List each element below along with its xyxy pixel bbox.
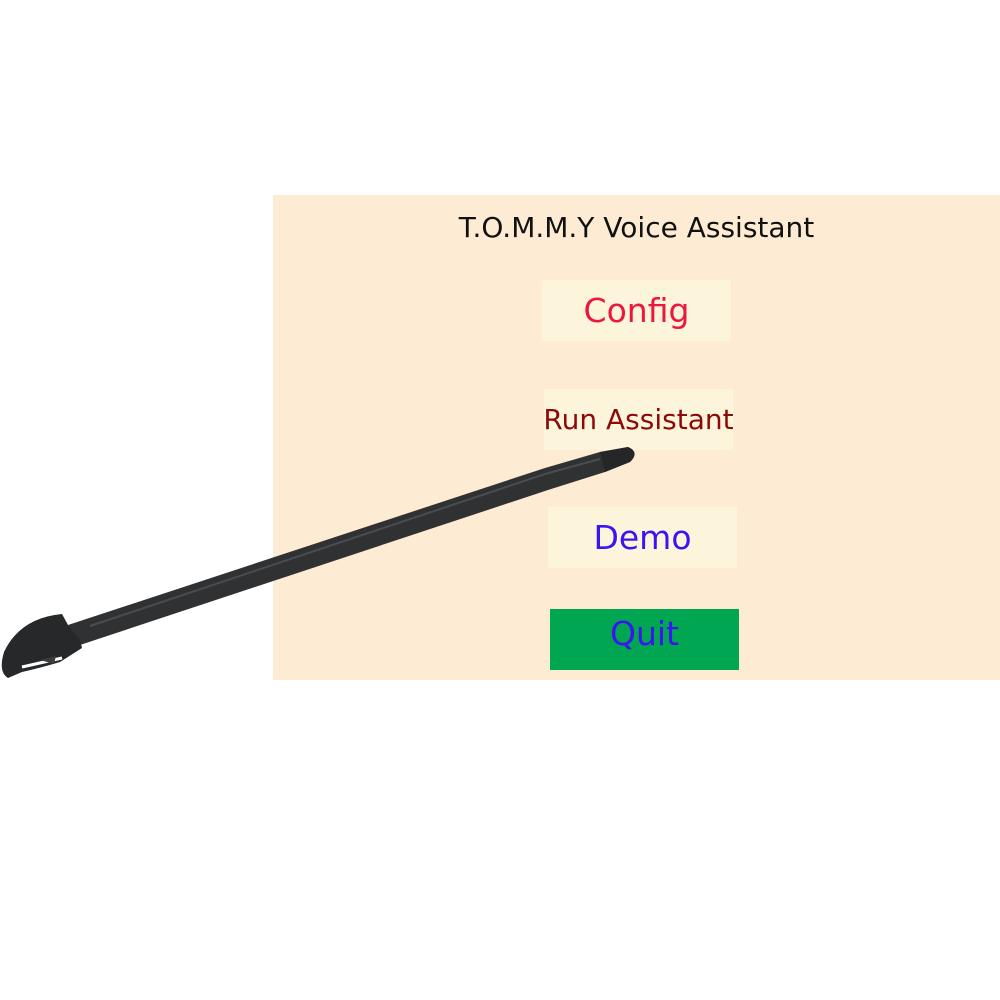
quit-button[interactable]: Quit [550,609,739,670]
window-title: T.O.M.M.Y Voice Assistant [458,211,815,244]
screen: T.O.M.M.Y Voice Assistant Config Run Ass… [0,0,1000,1000]
assistant-window: T.O.M.M.Y Voice Assistant Config Run Ass… [273,195,1000,680]
config-button[interactable]: Config [542,280,731,341]
demo-button[interactable]: Demo [548,507,737,568]
run-assistant-button[interactable]: Run Assistant [543,389,734,450]
